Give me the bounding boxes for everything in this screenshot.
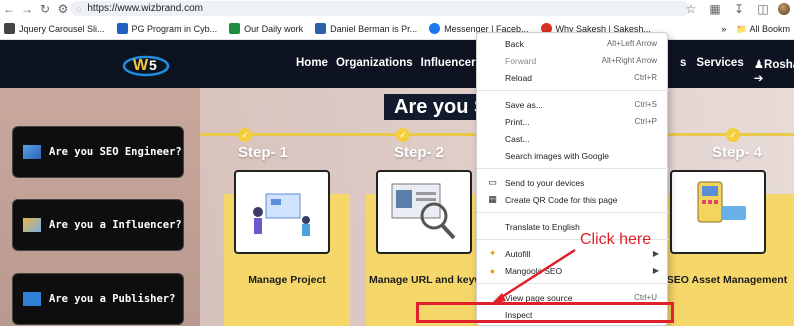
step-title: SEO Asset Management [666,274,788,286]
menu-separator [477,212,669,213]
bookmark-item[interactable]: PG Program in Cyb... [116,23,217,34]
menu-item-save-as[interactable]: Save as... Ctrl+S [477,96,669,113]
step-title: Manage Project [248,274,326,286]
menu-separator [477,90,669,91]
folder-icon: 📁 [736,23,748,34]
menu-item-search-images[interactable]: Search images with Google [477,147,669,164]
step-card-manage-project[interactable]: Manage Project [224,170,350,326]
seo-engineer-card[interactable]: Are you SEO Engineer? [12,126,184,178]
mangools-icon: ● [489,265,496,276]
browser-toolbar: ← → ↻ ⚙ ◌ https://www.wizbrand.com ☆ ▦ ↧… [0,0,794,18]
magnifier-document-icon [391,183,456,240]
nav-user-menu[interactable]: ♟Roshan ➔ [754,57,794,85]
menu-separator [477,283,669,284]
nav-services[interactable]: Services [696,57,743,85]
check-icon: ✓ [396,128,410,142]
bookmark-favicon-icon [229,23,241,34]
step-2-label: Step- 2 [394,144,445,161]
download-icon[interactable]: ↧ [730,0,748,18]
menu-item-qr-code[interactable]: ▦ Create QR Code for this page [477,191,669,208]
menu-item-back[interactable]: Back Alt+Left Arrow [477,35,669,52]
nav-influencer[interactable]: Influencer [421,57,476,69]
site-header: W 5 Home Organizations Influencer s Serv… [0,40,794,88]
asset-illustration [670,170,766,254]
inspect-highlight-box [416,302,674,323]
bookmark-star-icon[interactable]: ☆ [682,0,700,18]
url-text: https://www.wizbrand.com [87,3,203,14]
publisher-icon [23,292,41,306]
autofill-icon: ✦ [488,248,497,258]
submenu-arrow-icon: ▶ [652,249,659,258]
reload-icon[interactable]: ↻ [36,0,54,18]
influencer-card[interactable]: Are you a Influencer? [12,199,184,251]
svg-text:5: 5 [149,57,157,73]
nav-right: s Services ♟Roshan ➔ [680,57,794,85]
bookmark-item[interactable]: Daniel Berman is Pr... [315,23,417,34]
devices-icon: ▭ [488,177,497,187]
bookmark-item[interactable]: Jquery Carousel Sli... [4,23,105,34]
address-bar[interactable]: ◌ https://www.wizbrand.com [70,1,690,16]
all-bookmarks-folder[interactable]: 📁 All Bookm [736,24,790,35]
menu-item-forward[interactable]: Forward Alt+Right Arrow [477,52,669,69]
bookmark-favicon-icon [429,23,441,34]
url-illustration [376,170,472,254]
monitor-icon [23,145,41,159]
step-card-seo-asset[interactable]: SEO Asset Management [660,170,794,326]
step-title: Manage URL and keywo [368,274,489,286]
lock-icon: ◌ [76,3,82,14]
qr-code-icon: ▦ [488,194,497,204]
bookmark-favicon-icon [4,23,15,34]
step-4-label: Step- 4 [712,144,763,161]
chevron-down-icon: ➔ [753,73,764,85]
nav-partial[interactable]: s [680,57,686,85]
menu-item-print[interactable]: Print... Ctrl+P [477,113,669,130]
click-here-annotation: Click here [580,231,652,248]
bookmarks-bar: Jquery Carousel Sli... PG Program in Cyb… [0,18,794,40]
side-panel-icon[interactable]: ◫ [754,0,772,18]
menu-item-reload[interactable]: Reload Ctrl+R [477,69,669,86]
extensions-icon[interactable]: ▦ [706,0,724,18]
bookmark-favicon-icon [315,23,327,34]
back-arrow-icon[interactable]: ← [0,0,18,18]
menu-item-send-to-devices[interactable]: ▭ Send to your devices [477,174,669,191]
pos-terminal-icon [697,181,746,223]
check-icon: ✓ [238,128,252,142]
publisher-card[interactable]: Are you a Publisher? [12,273,184,325]
menu-item-mangools[interactable]: ● Mangools SEO ▶ [477,262,669,279]
check-icon: ✓ [726,128,740,142]
menu-item-cast[interactable]: Cast... [477,130,669,147]
menu-separator [477,168,669,169]
submenu-arrow-icon: ▶ [652,266,659,275]
project-illustration [234,170,330,254]
svg-text:W: W [133,57,149,74]
step-1-label: Step- 1 [238,144,289,161]
team-chart-icon [253,193,310,236]
profile-avatar[interactable] [778,3,790,15]
forward-arrow-icon[interactable]: → [18,0,36,18]
nav-home[interactable]: Home [296,57,328,69]
main-nav: Home Organizations Influencer [296,57,476,69]
hero-section: Are you S Are you SEO Engineer? Are you … [0,88,794,326]
wizbrand-logo[interactable]: W 5 [122,48,170,80]
bookmarks-overflow-icon[interactable]: » [721,24,726,34]
bookmark-favicon-icon [116,23,128,34]
influencer-icon [23,218,41,232]
nav-organizations[interactable]: Organizations [336,57,413,69]
user-icon: ♟ [753,59,765,71]
context-menu: Back Alt+Left Arrow Forward Alt+Right Arro… [476,32,669,326]
bookmark-item[interactable]: Our Daily work [229,23,303,34]
